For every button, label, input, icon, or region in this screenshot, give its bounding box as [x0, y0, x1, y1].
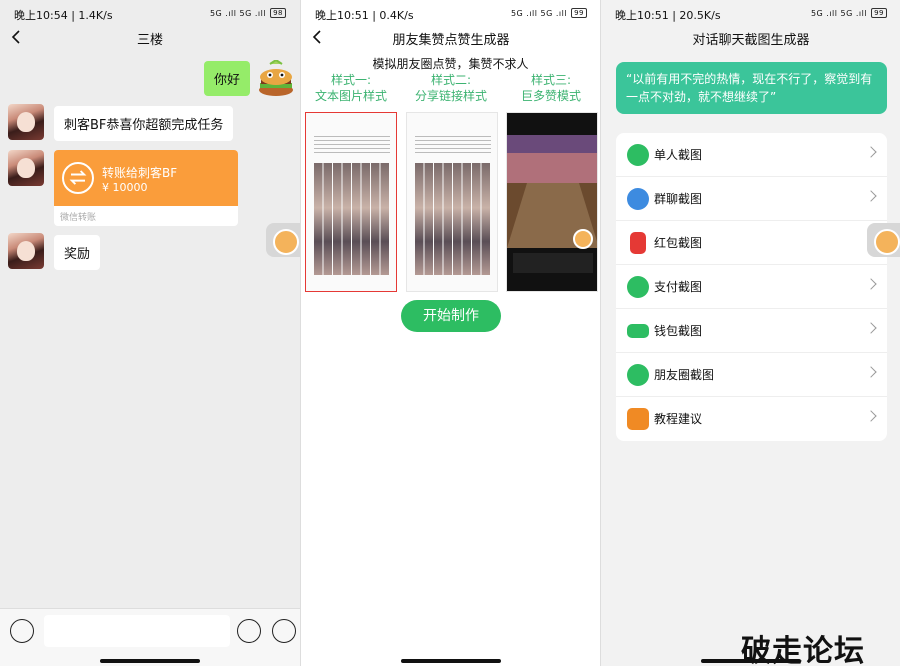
home-indicator	[100, 659, 200, 663]
contact-avatar[interactable]	[8, 104, 44, 140]
style-preview-1[interactable]	[305, 112, 397, 292]
style-option-2-name: 分享链接样式	[414, 89, 487, 103]
wallet-icon	[627, 324, 649, 338]
floating-assistant-button[interactable]	[266, 223, 300, 257]
chevron-right-icon	[865, 366, 877, 378]
chat-screenshot-generator-panel: 晚上10:51 | 20.5K/s 5G .ıll 5G .ıll 99 对话聊天…	[600, 0, 900, 666]
floating-assistant-button[interactable]	[867, 223, 900, 257]
menu-item-group[interactable]: 群聊截图	[616, 177, 887, 221]
like-generator-panel: 晚上10:51 | 0.4K/s 5G .ıll 5G .ıll 99 朋友集赞点…	[300, 0, 600, 666]
style-option-3[interactable]: 样式三: 巨多赞模式	[503, 72, 599, 104]
transfer-amount: ¥ 10000	[102, 181, 148, 194]
style-option-1-name: 文本图片样式	[314, 89, 387, 103]
burger-sticker-avatar	[259, 60, 293, 96]
transfer-card[interactable]: 转账给刺客BF ¥ 10000 微信转账	[54, 150, 238, 226]
chat-panel: 晚上10:54 | 1.4K/s 5G .ıll 5G .ıll 98 三楼 你好…	[0, 0, 300, 666]
menu-label: 群聊截图	[654, 192, 703, 206]
signal-icon: 5G .ıll 5G .ıll	[810, 8, 868, 18]
menu-item-moments[interactable]: 朋友圈截图	[616, 353, 887, 397]
home-indicator	[401, 659, 501, 663]
preview-scene-image	[507, 135, 597, 273]
menu-label: 钱包截图	[654, 324, 703, 338]
message-input[interactable]	[44, 615, 230, 647]
quote-banner: “以前有用不完的热情，现在不行了，察觉到有一点不对劲，就不想继续了”	[616, 62, 887, 114]
transfer-footer: 微信转账	[60, 213, 97, 223]
chevron-right-icon	[865, 322, 877, 334]
preview-text	[314, 133, 390, 155]
status-time: 晚上10:51	[615, 9, 669, 22]
page-subtitle: 模拟朋友圈点赞，集赞不求人	[372, 57, 529, 71]
page-header: 朋友集赞点赞生成器	[301, 26, 600, 50]
plus-icon[interactable]	[272, 619, 296, 643]
style-option-1[interactable]: 样式一: 文本图片样式	[303, 72, 399, 104]
chevron-right-icon	[865, 410, 877, 422]
chevron-right-icon	[865, 190, 877, 202]
style-option-3-name: 巨多赞模式	[520, 89, 581, 103]
status-time: 晚上10:51	[315, 9, 369, 22]
page-title: 对话聊天截图生成器	[692, 33, 810, 48]
group-icon	[627, 188, 649, 210]
style-option-2[interactable]: 样式二: 分享链接样式	[403, 72, 499, 104]
message-bubble-sent: 你好	[204, 61, 251, 96]
style-preview-2[interactable]	[406, 112, 498, 292]
contact-avatar[interactable]	[8, 233, 44, 269]
menu-label: 朋友圈截图	[654, 368, 715, 382]
chevron-right-icon	[865, 146, 877, 158]
status-time: 晚上10:54	[14, 9, 68, 22]
preview-image-grid	[415, 163, 491, 275]
battery-icon: 99	[871, 8, 887, 18]
message-bubble-received: 奖励	[54, 235, 101, 270]
transfer-title: 转账给刺客BF	[102, 166, 178, 180]
help-icon	[627, 408, 649, 430]
chevron-right-icon	[865, 278, 877, 290]
status-bar: 晚上10:51 | 20.5K/s 5G .ıll 5G .ıll 99	[601, 0, 900, 26]
page-header: 对话聊天截图生成器	[601, 26, 900, 50]
menu-item-payment[interactable]: 支付截图	[616, 265, 887, 309]
start-button[interactable]: 开始制作	[401, 300, 501, 332]
payment-check-icon	[627, 276, 649, 298]
status-bar: 晚上10:51 | 0.4K/s 5G .ıll 5G .ıll 99	[301, 0, 600, 26]
contact-avatar[interactable]	[8, 150, 44, 186]
menu-label: 支付截图	[654, 280, 703, 294]
signal-icon: 5G .ıll 5G .ıll	[510, 8, 568, 18]
style-option-2-title: 样式二:	[430, 73, 472, 87]
chat-header: 三楼	[0, 26, 300, 50]
menu-item-wallet[interactable]: 钱包截图	[616, 309, 887, 353]
chat-title: 三楼	[136, 33, 163, 48]
battery-icon: 99	[571, 8, 587, 18]
status-speed: 20.5K/s	[679, 9, 721, 22]
status-speed: 1.4K/s	[78, 9, 113, 22]
voice-icon[interactable]	[10, 619, 34, 643]
menu-label: 教程建议	[654, 412, 703, 426]
status-bar: 晚上10:54 | 1.4K/s 5G .ıll 5G .ıll 98	[0, 0, 300, 26]
menu-label: 单人截图	[654, 148, 703, 162]
home-indicator	[701, 659, 801, 663]
page-title: 朋友集赞点赞生成器	[392, 33, 510, 48]
menu-label: 红包截图	[654, 236, 703, 250]
transfer-icon	[62, 162, 94, 194]
generator-menu: 单人截图 群聊截图 红包截图 支付截图 钱包截图 朋友圈截图 教程建议	[616, 133, 887, 441]
preview-text	[415, 133, 491, 155]
style-option-3-title: 样式三:	[530, 73, 572, 87]
preview-image-grid	[314, 163, 390, 275]
battery-icon: 98	[270, 8, 286, 18]
status-speed: 0.4K/s	[379, 9, 414, 22]
style-preview-3[interactable]	[506, 112, 598, 292]
thumb-up-icon	[627, 364, 649, 386]
chat-input-bar	[0, 608, 300, 666]
message-bubble-received: 刺客BF恭喜你超额完成任务	[54, 106, 234, 141]
emoji-icon[interactable]	[237, 619, 261, 643]
style-option-1-title: 样式一:	[330, 73, 372, 87]
wechat-icon	[627, 144, 649, 166]
menu-item-red-packet[interactable]: 红包截图	[616, 221, 887, 265]
signal-icon: 5G .ıll 5G .ıll	[209, 8, 267, 18]
red-packet-icon	[630, 232, 646, 254]
menu-item-tutorial[interactable]: 教程建议	[616, 397, 887, 441]
menu-item-single[interactable]: 单人截图	[616, 133, 887, 177]
